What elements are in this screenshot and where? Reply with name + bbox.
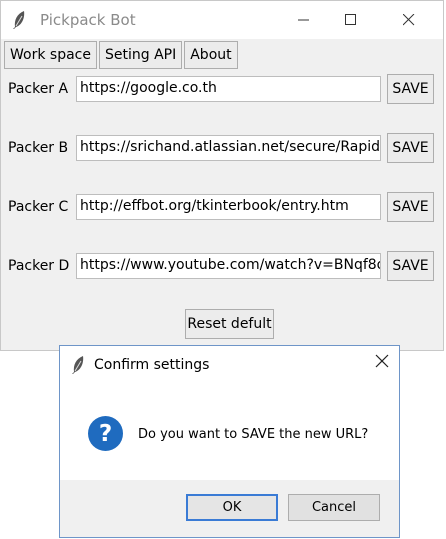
url-input[interactable]: https://www.youtube.com/watch?v=BNqf8ox <box>76 253 381 279</box>
workspace-button[interactable]: Work space <box>4 41 97 69</box>
question-icon: ? <box>88 416 123 451</box>
packer-label: Packer A <box>8 81 69 97</box>
reset-default-button[interactable]: Reset defult <box>185 309 274 339</box>
dialog-message: Do you want to SAVE the new URL? <box>138 427 369 442</box>
close-icon[interactable] <box>375 354 389 372</box>
packer-row: Packer A https://google.co.th SAVE <box>1 74 445 106</box>
url-input[interactable]: http://effbot.org/tkinterbook/entry.htm <box>76 194 381 220</box>
packer-row: Packer B https://srichand.atlassian.net/… <box>1 133 445 165</box>
main-window: Pickpack Bot Work space Seting API About… <box>0 0 444 351</box>
url-input[interactable]: https://srichand.atlassian.net/secure/Ra… <box>76 135 381 161</box>
save-button[interactable]: SAVE <box>387 251 434 281</box>
dialog-title: Confirm settings <box>94 357 210 373</box>
ok-button[interactable]: OK <box>186 494 278 521</box>
packer-row: Packer D https://www.youtube.com/watch?v… <box>1 251 445 283</box>
setting-api-button[interactable]: Seting API <box>98 41 183 69</box>
feather-icon <box>70 355 86 379</box>
minimize-icon[interactable] <box>281 1 327 39</box>
title-bar: Pickpack Bot <box>1 1 443 39</box>
packer-label: Packer B <box>8 140 69 156</box>
packer-label: Packer C <box>8 199 69 215</box>
url-input[interactable]: https://google.co.th <box>76 76 381 102</box>
feather-icon <box>11 10 27 34</box>
cancel-button[interactable]: Cancel <box>288 494 380 521</box>
packer-label: Packer D <box>8 258 70 274</box>
save-button[interactable]: SAVE <box>387 133 434 163</box>
about-button[interactable]: About <box>184 41 238 69</box>
save-button[interactable]: SAVE <box>387 192 434 222</box>
maximize-icon[interactable] <box>328 1 374 39</box>
save-button[interactable]: SAVE <box>387 74 434 104</box>
menu-bar: Work space Seting API About <box>4 41 238 71</box>
confirm-dialog: Confirm settings ? Do you want to SAVE t… <box>59 345 400 538</box>
close-icon[interactable] <box>386 1 432 39</box>
window-title: Pickpack Bot <box>40 11 136 29</box>
packer-row: Packer C http://effbot.org/tkinterbook/e… <box>1 192 445 224</box>
dialog-footer: OK Cancel <box>60 480 399 537</box>
